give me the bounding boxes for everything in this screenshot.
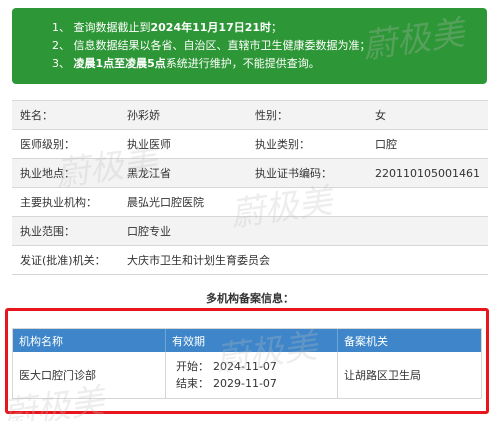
- label-scope: 执业范围：: [20, 225, 75, 238]
- value-certificate: 220110105001461: [375, 166, 480, 180]
- info-row-institution: 主要执业机构： 晨弘光口腔医院: [12, 188, 488, 217]
- label-level: 医师级别：: [20, 138, 75, 151]
- info-row-name: 姓名： 孙彩娇 性别： 女: [12, 101, 488, 130]
- header-authority: 备案机关: [344, 334, 388, 348]
- header-validity: 有效期: [166, 329, 338, 352]
- label-certificate: 执业证书编码：: [255, 167, 332, 180]
- info-row-scope: 执业范围： 口腔专业: [12, 217, 488, 246]
- notice-line-1: 1、 查询数据截止到2024年11月17日21时；: [52, 21, 283, 34]
- notice-line-2: 2、 信息数据结果以各省、自治区、直辖市卫生健康委数据为准；: [52, 39, 371, 52]
- label-category: 执业类别：: [255, 138, 310, 151]
- label-gender: 性别：: [255, 109, 288, 122]
- value-name: 孙彩娇: [127, 109, 160, 122]
- info-row-location: 执业地点： 黑龙江省 执业证书编码： 220110105001461: [12, 159, 488, 188]
- validity-end: 结束： 2029-11-07: [176, 377, 277, 390]
- label-name: 姓名：: [20, 109, 53, 122]
- table-row: 医大口腔门诊部 开始： 2024-11-07 结束： 2029-11-07 让胡路区…: [13, 352, 481, 398]
- registry-section-title: 多机构备案信息：: [206, 292, 294, 305]
- cell-authority: 让胡路区卫生局: [344, 369, 421, 382]
- value-category: 口腔: [375, 138, 397, 151]
- value-scope: 口腔专业: [127, 225, 171, 238]
- info-row-issuer: 发证(批准)机关： 大庆市卫生和计划生育委员会: [12, 246, 488, 275]
- cell-institution: 医大口腔门诊部: [13, 352, 166, 398]
- validity-start: 开始： 2024-11-07: [176, 360, 277, 373]
- label-issuer: 发证(批准)机关：: [20, 254, 106, 267]
- value-institution: 晨弘光口腔医院: [127, 196, 204, 209]
- notice-banner: 1、 查询数据截止到2024年11月17日21时； 2、 信息数据结果以各省、自…: [12, 8, 487, 84]
- registry-table-header: 机构名称 有效期 备案机关: [13, 329, 481, 352]
- notice-line-3: 3、 凌晨1点至凌晨5点系统进行维护，不能提供查询。: [52, 57, 320, 70]
- value-issuer: 大庆市卫生和计划生育委员会: [127, 254, 270, 267]
- registry-table: 机构名称 有效期 备案机关 医大口腔门诊部 开始： 2024-11-07 结束： 2…: [12, 328, 482, 399]
- value-level: 执业医师: [127, 138, 171, 151]
- value-location: 黑龙江省: [127, 167, 171, 180]
- info-row-level: 医师级别： 执业医师 执业类别： 口腔: [12, 130, 488, 159]
- header-institution: 机构名称: [13, 329, 166, 352]
- doctor-info-table: 姓名： 孙彩娇 性别： 女 医师级别： 执业医师 执业类别： 口腔 执业地点： …: [12, 100, 488, 275]
- label-institution: 主要执业机构：: [20, 196, 97, 209]
- value-gender: 女: [375, 109, 386, 122]
- cell-validity: 开始： 2024-11-07 结束： 2029-11-07: [166, 352, 338, 398]
- label-location: 执业地点：: [20, 167, 75, 180]
